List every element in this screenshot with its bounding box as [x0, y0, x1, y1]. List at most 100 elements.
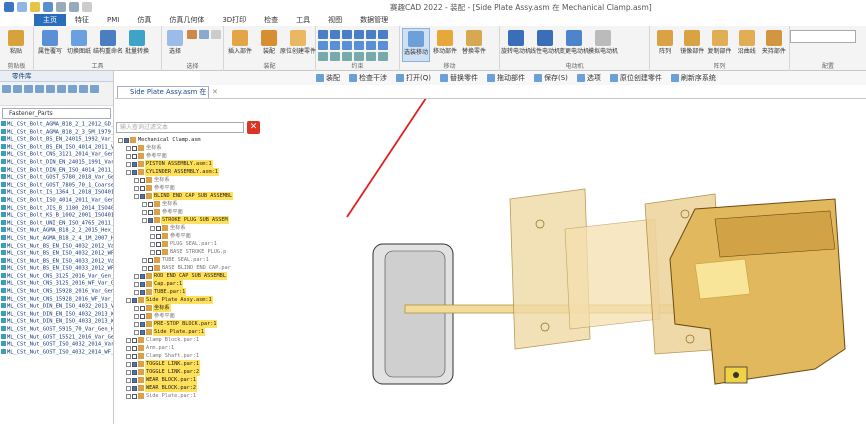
app-logo-icon[interactable]	[4, 2, 14, 12]
tree-row[interactable]: 坐标系	[126, 144, 163, 152]
visibility-checkbox[interactable]	[140, 313, 145, 319]
expand-toggle[interactable]	[134, 281, 139, 287]
move-part-button[interactable]: 移动部件	[431, 28, 459, 62]
tab-view[interactable]: 视图	[319, 14, 351, 26]
tree-row[interactable]: BASE STROKE PLUG.p	[150, 248, 227, 256]
part-list-item[interactable]: ML_CSt_Bolt_JIS_B_1180_2014_ISO401	[0, 205, 113, 213]
tab-data-management[interactable]: 数据管理	[351, 14, 397, 26]
tree-row[interactable]: WEAR BLOCK.par:1	[126, 376, 197, 384]
visibility-checkbox[interactable]	[156, 225, 161, 231]
undo-icon[interactable]	[56, 2, 66, 12]
insert-part-button[interactable]: 插入部件	[226, 28, 254, 62]
save-command[interactable]: 保存(S)	[533, 73, 568, 83]
gear-icon[interactable]	[354, 41, 364, 50]
visibility-checkbox[interactable]	[156, 241, 161, 247]
filter-icon[interactable]	[90, 85, 99, 93]
simulate-motor-button[interactable]: 模拟电动机	[588, 28, 618, 62]
tab-sim-geometry[interactable]: 仿真几何体	[160, 14, 213, 26]
new-file-icon[interactable]	[17, 2, 27, 12]
part-list-item[interactable]: ML_CSt_Nut_AGMA_B18_2_2_2015_Hex_W	[0, 227, 113, 235]
tab-features[interactable]: 特征	[66, 14, 98, 26]
expand-toggle[interactable]	[126, 353, 131, 359]
planar-icon[interactable]	[330, 41, 340, 50]
tab-pmi[interactable]: PMI	[98, 14, 128, 26]
part-list-item[interactable]: ML_CSt_Bolt_AGMA_B18_2_1_2012_GD_T	[0, 121, 113, 129]
filter-icon[interactable]	[187, 30, 197, 39]
switch-drawing-button[interactable]: 切换图纸	[65, 28, 93, 62]
visibility-checkbox[interactable]	[132, 169, 137, 175]
part-list-item[interactable]: ML_CSt_Nut_GOST_ISO_4032_2014_Var_	[0, 341, 113, 349]
box-select-icon[interactable]	[199, 30, 209, 39]
redo-icon[interactable]	[69, 2, 79, 12]
visibility-checkbox[interactable]	[124, 137, 129, 143]
tree-row[interactable]: TOGGLE LINK.par:2	[126, 368, 201, 376]
expand-toggle[interactable]	[126, 393, 131, 399]
check-interference-command[interactable]: 检查干涉	[349, 73, 387, 83]
part-list-item[interactable]: ML_CSt_Bolt_DIN_EN_ISO_4014_2011_V	[0, 167, 113, 175]
part-list-item[interactable]: ML_CSt_Nut_CNS_15928_2016_WF_Var_G	[0, 296, 113, 304]
part-list-item[interactable]: ML_CSt_Bolt_AGMA_B18_2_3_5M_1979_W	[0, 129, 113, 137]
clamp-part-button[interactable]: 夹持部件	[761, 28, 787, 62]
part-list-item[interactable]: ML_CSt_Bolt_IS_1364_1_2018_ISO4014	[0, 189, 113, 197]
expand-toggle[interactable]	[142, 257, 147, 263]
part-list-item[interactable]: ML_CSt_Nut_CNS_15928_2016_Var_Gen_	[0, 288, 113, 296]
tree-row[interactable]: 坐标系	[142, 200, 179, 208]
tangent-icon[interactable]	[378, 30, 388, 39]
part-list-item[interactable]: ML_CSt_Nut_BS_EN_ISO_4032_2012_Var	[0, 243, 113, 251]
drag-part-command[interactable]: 拖动部件	[486, 73, 525, 83]
up-icon[interactable]	[24, 85, 33, 93]
expand-toggle[interactable]	[126, 169, 131, 175]
expand-toggle[interactable]	[142, 201, 147, 207]
visibility-checkbox[interactable]	[140, 177, 145, 183]
visibility-checkbox[interactable]	[132, 145, 137, 151]
visibility-checkbox[interactable]	[132, 393, 137, 399]
part-list-item[interactable]: ML_CSt_Nut_GOST_5915_70_Var_Gen_He	[0, 326, 113, 334]
tree-row[interactable]: 坐标系	[134, 304, 171, 312]
tree-row[interactable]: 参考平面	[142, 208, 184, 216]
expand-toggle[interactable]	[134, 185, 139, 191]
visibility-checkbox[interactable]	[148, 265, 153, 271]
expand-toggle[interactable]	[126, 145, 131, 151]
expand-toggle[interactable]	[142, 217, 147, 223]
part-list-item[interactable]: ML_CSt_Nut_BS_EN_ISO_4032_2012_WF_	[0, 250, 113, 258]
configuration-select[interactable]	[790, 30, 856, 43]
visibility-checkbox[interactable]	[132, 297, 137, 303]
expand-toggle[interactable]	[150, 249, 155, 255]
expand-toggle[interactable]	[134, 321, 139, 327]
insert-icon[interactable]	[342, 30, 352, 39]
part-list-item[interactable]: ML_CSt_Nut_BS_EN_ISO_4033_2012_Var	[0, 258, 113, 266]
create-in-place-command[interactable]: 原位创建零件	[609, 73, 662, 83]
view-icon[interactable]	[46, 85, 55, 93]
batch-convert-button[interactable]: 批量转换	[123, 28, 151, 62]
tree-row[interactable]: TUBE SEAL.par:1	[142, 256, 210, 264]
part-list-item[interactable]: ML_CSt_Bolt_CNS_3121_2014_Var_Gen	[0, 151, 113, 159]
replace-part-button[interactable]: 替换零件	[460, 28, 488, 62]
visibility-checkbox[interactable]	[132, 377, 137, 383]
cylinder-tube-part[interactable]	[564, 218, 661, 330]
tree-row[interactable]: 坐标系	[150, 224, 187, 232]
expand-toggle[interactable]	[134, 289, 139, 295]
tab-3d-print[interactable]: 3D打印	[213, 14, 255, 26]
part-list-item[interactable]: ML_CSt_Bolt_DIN_EN_24015_1991_Var_	[0, 159, 113, 167]
part-list-item[interactable]: ML_CSt_Nut_GOST_15521_2016_Var_Gen	[0, 334, 113, 342]
visibility-checkbox[interactable]	[148, 209, 153, 215]
offset-icon[interactable]	[342, 52, 352, 61]
customize-dropdown-icon[interactable]	[82, 2, 92, 12]
tree-filter-input[interactable]: 输入查询过滤文本	[116, 122, 244, 133]
expand-toggle[interactable]	[150, 225, 155, 231]
part-list-item[interactable]: ML_CSt_Bolt_BS_EN_ISO_4014_2011_Va	[0, 144, 113, 152]
pattern-button[interactable]: 阵列	[652, 28, 678, 62]
parallel-icon[interactable]	[354, 30, 364, 39]
part-list-item[interactable]: ML_CSt_Nut_GOST_ISO_4032_2014_WF_V	[0, 349, 113, 357]
rotate-move-button[interactable]: 选装移动	[402, 28, 430, 62]
part-list-item[interactable]: ML_CSt_Bolt_GOST_5780_2018_Var_Gen	[0, 174, 113, 182]
document-tab[interactable]: Side Plate Assy.asm 在 ...	[117, 86, 209, 98]
expand-toggle[interactable]	[126, 337, 131, 343]
tree-row[interactable]: Side Plate.par:1	[126, 392, 197, 400]
expand-toggle[interactable]	[126, 369, 131, 375]
expand-toggle[interactable]	[150, 233, 155, 239]
expand-toggle[interactable]	[142, 209, 147, 215]
visibility-checkbox[interactable]	[140, 305, 145, 311]
angle-icon[interactable]	[366, 30, 376, 39]
visibility-checkbox[interactable]	[132, 385, 137, 391]
